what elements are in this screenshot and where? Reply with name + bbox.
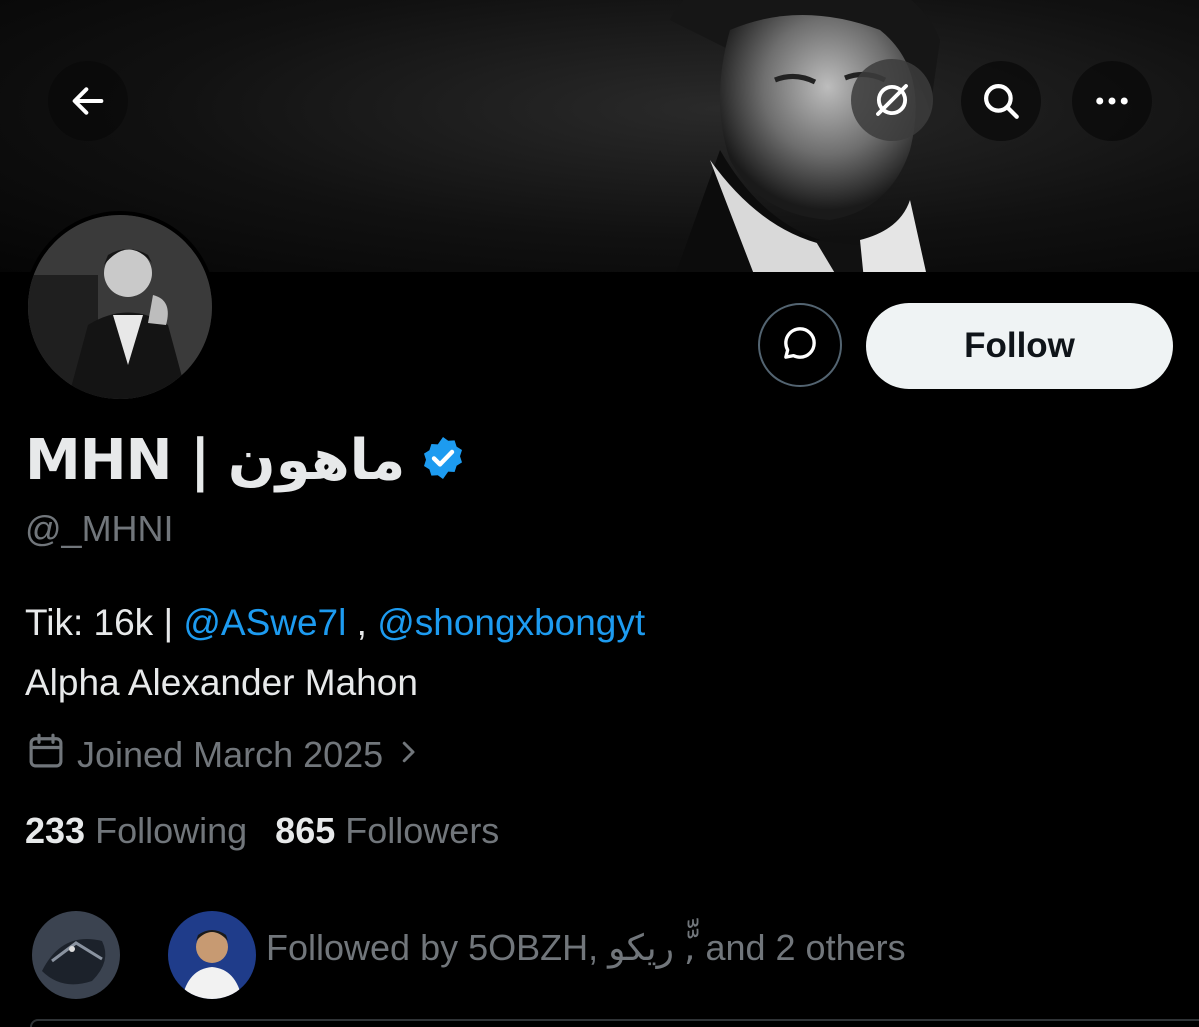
following-label: Following [95, 810, 248, 851]
bio-separator: , [346, 602, 378, 643]
profile-stats: 233 Following 865 Followers [25, 810, 499, 852]
avatar-portrait-image [28, 215, 212, 399]
bio-mention-link[interactable]: @ASwe7l [183, 602, 346, 643]
follower-avatar [164, 907, 260, 1003]
name-latin: MHN [25, 427, 172, 493]
joined-date[interactable]: Joined March 2025 [25, 730, 423, 780]
arrow-left-icon [68, 81, 108, 121]
ellipsis-icon [1091, 80, 1133, 122]
verified-badge-icon[interactable] [419, 434, 467, 487]
followers-count: 865 [275, 810, 336, 851]
name-separator: | [189, 427, 210, 493]
bio-line-2: Alpha Alexander Mahon [25, 662, 418, 703]
profile-handle: @_MHNI [25, 508, 174, 549]
bio-mention-link[interactable]: @shongxbongyt [377, 602, 645, 643]
back-button[interactable] [48, 61, 128, 141]
calendar-icon [25, 730, 67, 781]
banner-portrait-image [670, 0, 940, 272]
followed-by-row[interactable]: Followed by 5OBZH, ريكو ,ّّ and 2 others [0, 905, 1199, 1005]
followers-link[interactable]: 865 Followers [275, 810, 499, 852]
follow-button[interactable]: Follow [866, 303, 1173, 389]
grok-icon [871, 79, 913, 121]
message-button[interactable] [758, 303, 842, 387]
bio-line-1: Tik: 16k | @ASwe7l , @shongxbongyt [25, 602, 645, 644]
search-button[interactable] [961, 61, 1041, 141]
joined-text: Joined March 2025 [77, 734, 384, 775]
following-link[interactable]: 233 Following [25, 810, 247, 852]
following-count: 233 [25, 810, 86, 851]
followed-by-text: Followed by 5OBZH, ريكو ,ّّ and 2 others [266, 927, 906, 968]
follower-avatar [28, 907, 124, 1003]
message-bubble-icon [780, 323, 820, 368]
avatar[interactable] [24, 211, 216, 403]
display-name: MHN | ماهون [25, 425, 467, 495]
display-name-text: MHN | ماهون [25, 427, 406, 493]
divider [30, 1019, 1199, 1027]
chevron-right-icon [393, 734, 423, 776]
followers-label: Followers [345, 810, 500, 851]
search-icon [980, 80, 1022, 122]
name-arabic: ماهون [227, 427, 406, 493]
grok-button[interactable] [851, 59, 933, 141]
bio-prefix: Tik: 16k | [25, 602, 184, 643]
more-button[interactable] [1072, 61, 1152, 141]
